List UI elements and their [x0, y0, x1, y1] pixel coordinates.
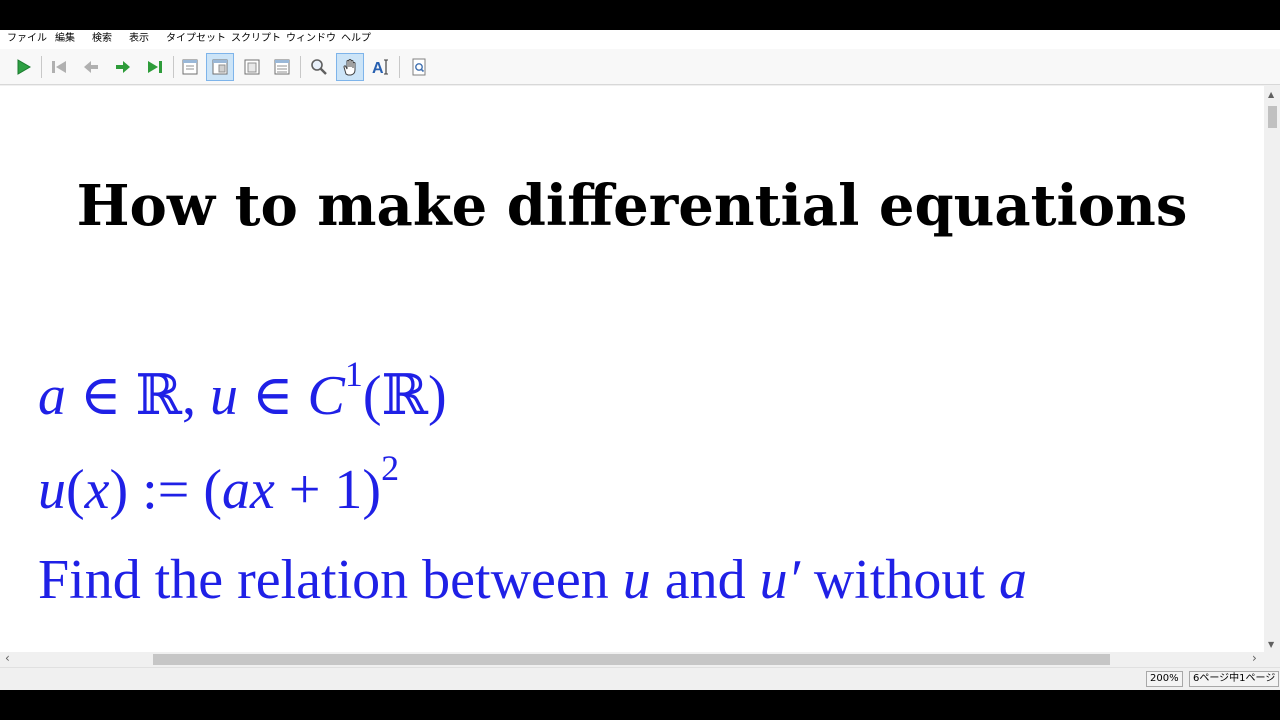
- hand-tool-icon: [343, 59, 356, 76]
- vertical-scroll-thumb[interactable]: [1268, 106, 1277, 128]
- previous-page-icon: [84, 61, 98, 73]
- menu-script[interactable]: スクリプト: [231, 33, 281, 45]
- find-icon: [412, 58, 426, 76]
- horizontal-scrollbar[interactable]: ‹ ›: [0, 652, 1264, 666]
- vertical-scrollbar[interactable]: ▲ ▼: [1264, 86, 1280, 652]
- math-line-2: u(x) := (ax + 1)2: [38, 448, 400, 521]
- facing-pages-icon: [244, 59, 260, 75]
- scroll-right-icon[interactable]: ›: [1252, 652, 1257, 664]
- previous-page-button[interactable]: [77, 53, 105, 81]
- single-page-button[interactable]: [176, 53, 204, 81]
- fit-width-button[interactable]: [268, 53, 296, 81]
- text-select-button[interactable]: A: [367, 53, 395, 81]
- fit-width-icon: [274, 59, 290, 75]
- main-window: ファイル 編集 検索 表示 タイプセット スクリプト ウィンドウ ヘルプ A H…: [0, 30, 1280, 690]
- toolbar-separator: [41, 56, 42, 78]
- text-select-icon: A: [372, 59, 388, 77]
- math-line-3: Find the relation between u and u′ witho…: [38, 549, 1027, 611]
- first-page-button[interactable]: [45, 53, 73, 81]
- continuous-page-icon: [212, 59, 228, 75]
- toolbar-separator: [300, 56, 301, 78]
- menu-window[interactable]: ウィンドウ: [286, 33, 336, 45]
- first-page-icon: [52, 61, 66, 73]
- toolbar: A: [0, 49, 1280, 85]
- menu-help[interactable]: ヘルプ: [341, 33, 371, 45]
- menu-edit[interactable]: 編集: [55, 33, 75, 45]
- find-button[interactable]: [405, 53, 433, 81]
- toolbar-separator: [399, 56, 400, 78]
- menu-search[interactable]: 検索: [92, 33, 112, 45]
- last-page-button[interactable]: [141, 53, 169, 81]
- status-bar: 200% 6ページ中1ページ: [0, 667, 1280, 690]
- scroll-up-icon[interactable]: ▲: [1268, 90, 1274, 100]
- horizontal-scroll-thumb[interactable]: [153, 654, 1110, 665]
- scroll-down-icon[interactable]: ▼: [1268, 640, 1274, 650]
- hand-tool-button[interactable]: [336, 53, 364, 81]
- typeset-run-icon: [17, 59, 31, 75]
- document-title: How to make differential equations: [76, 173, 1188, 239]
- pdf-viewer[interactable]: How to make differential equations a ∈ ℝ…: [0, 86, 1264, 652]
- page-indicator: 6ページ中1ページ: [1189, 671, 1280, 687]
- math-line-1: a ∈ ℝ, u ∈ C1(ℝ): [38, 354, 447, 427]
- magnifier-icon: [311, 59, 327, 75]
- next-page-icon: [116, 61, 130, 73]
- next-page-button[interactable]: [109, 53, 137, 81]
- menu-bar: ファイル 編集 検索 表示 タイプセット スクリプト ウィンドウ ヘルプ: [0, 30, 1280, 49]
- single-page-icon: [182, 59, 198, 75]
- magnifier-button[interactable]: [305, 53, 333, 81]
- typeset-button[interactable]: [9, 53, 37, 81]
- scrollbar-corner: [1264, 652, 1280, 666]
- menu-file[interactable]: ファイル: [7, 33, 47, 45]
- continuous-page-button[interactable]: [206, 53, 234, 81]
- facing-pages-button[interactable]: [238, 53, 266, 81]
- zoom-level[interactable]: 200%: [1146, 671, 1183, 687]
- svg-text:A: A: [372, 60, 384, 77]
- toolbar-separator: [173, 56, 174, 78]
- menu-view[interactable]: 表示: [129, 33, 149, 45]
- menu-typeset[interactable]: タイプセット: [166, 33, 226, 45]
- last-page-icon: [148, 61, 162, 73]
- scroll-left-icon[interactable]: ‹: [5, 652, 10, 664]
